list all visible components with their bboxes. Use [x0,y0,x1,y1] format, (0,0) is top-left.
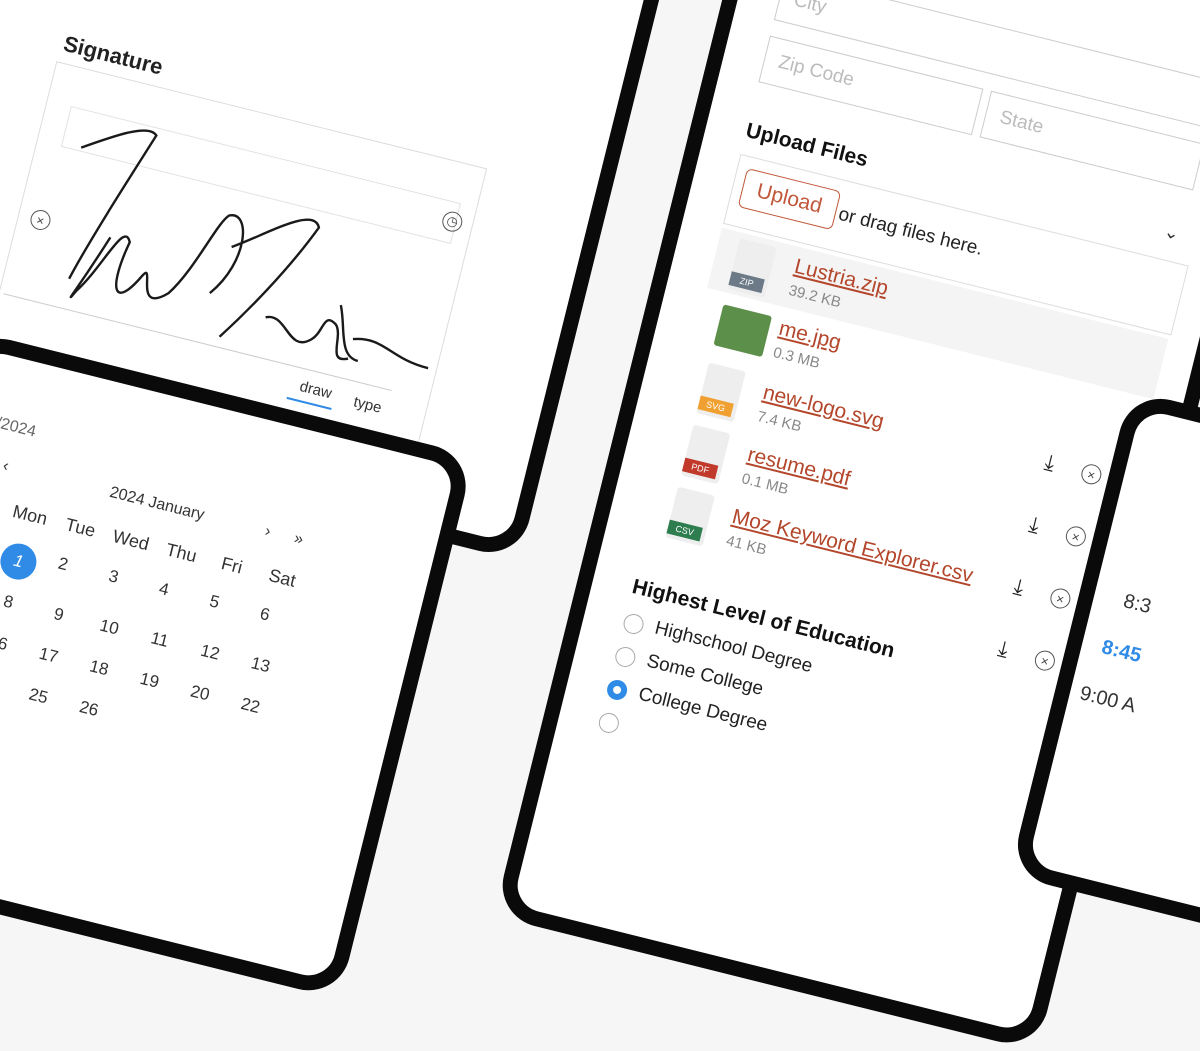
calendar-year-month: 2024 January [107,483,207,524]
time-option[interactable]: 9:00 A [1077,682,1138,718]
download-icon[interactable]: ⤓ [995,635,1011,663]
remove-file-icon[interactable]: × [1048,586,1073,611]
day-cell[interactable]: 13 [233,649,288,681]
day-cell[interactable]: 26 [61,693,116,725]
next-month-button[interactable]: › [263,523,272,542]
download-icon[interactable]: ⤓ [1011,573,1026,601]
next-year-button[interactable]: » [292,530,305,550]
date-input-value[interactable]: /1/2024 [0,411,38,441]
pdf-file-icon: PDF [680,424,731,485]
day-cell[interactable]: 18 [71,652,126,684]
time-option[interactable]: 8:3 [1121,590,1153,619]
day-cell[interactable]: 5 [183,586,242,634]
image-thumbnail [713,304,773,358]
chevron-down-icon[interactable]: ⌄ [1162,221,1181,245]
svg-file-icon: SVG [696,362,746,423]
day-cell[interactable]: 8 [0,586,36,618]
day-cell[interactable]: 2 [32,548,91,596]
time-option-selected[interactable]: 8:45 [1099,636,1143,668]
day-cell[interactable]: 10 [82,612,137,644]
weekday-label: Mon [10,501,50,529]
radio-college-degree[interactable] [604,677,630,703]
weekday-label: Sat [266,564,298,591]
day-cell[interactable]: 20 [172,677,227,709]
download-icon[interactable]: ⤓ [1026,511,1042,539]
weekday-label: Tue [63,514,98,541]
day-cell[interactable]: 19 [122,665,177,697]
remove-file-icon[interactable]: × [1063,524,1089,549]
day-cell[interactable]: 11 [132,624,187,656]
radio-some-college[interactable] [613,644,638,670]
day-cell[interactable]: 17 [21,640,76,672]
day-cell[interactable]: 6 [233,599,292,647]
day-cell[interactable]: 3 [82,561,141,609]
day-cell[interactable]: 12 [182,637,237,669]
day-cell[interactable]: 25 [11,680,66,712]
radio-option-4[interactable] [596,710,621,736]
day-cell[interactable]: 22 [223,690,278,722]
weekday-label: Wed [110,526,152,555]
csv-file-icon: CSV [665,486,715,547]
remove-file-icon[interactable]: × [1079,462,1104,487]
radio-highschool[interactable] [621,611,646,637]
day-cell[interactable]: 4 [132,574,191,622]
weekday-label: Fri [219,553,245,578]
remove-file-icon[interactable]: × [1032,648,1058,673]
prev-month-button[interactable]: ‹ [1,457,11,476]
day-cell[interactable]: 9 [31,599,86,631]
weekday-label: Thu [163,539,199,567]
download-icon[interactable]: ⤓ [1042,449,1057,477]
